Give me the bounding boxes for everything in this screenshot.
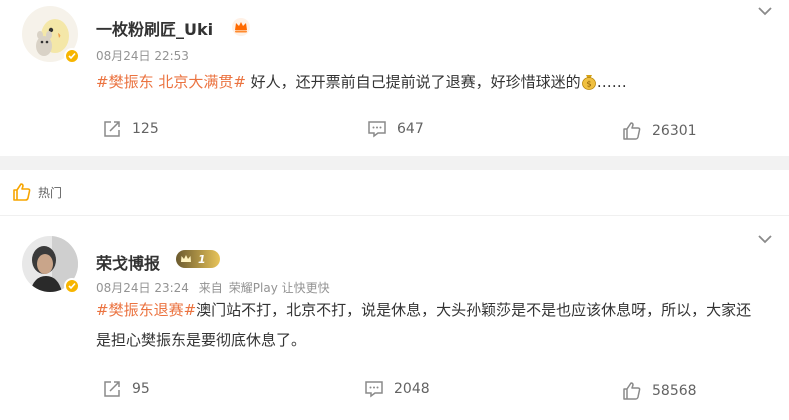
vip-crown-icon[interactable] bbox=[232, 18, 250, 36]
like-count: 58568 bbox=[652, 383, 697, 399]
post-time[interactable]: 08月24日 22:53 bbox=[96, 49, 189, 63]
post-text-ellipsis: …… bbox=[596, 73, 627, 91]
chevron-down-icon[interactable] bbox=[757, 6, 773, 16]
repost-count: 125 bbox=[132, 121, 159, 137]
hashtag-link[interactable]: #樊振东退赛# bbox=[96, 301, 196, 319]
repost-count: 95 bbox=[132, 381, 150, 397]
post-text: 好人，还开票前自己提前说了退赛，好珍惜球迷的 bbox=[245, 73, 581, 91]
like-button[interactable]: 58568 bbox=[622, 379, 697, 403]
like-button[interactable]: 26301 bbox=[622, 119, 697, 143]
source-prefix: 来自 bbox=[198, 281, 223, 295]
verified-icon bbox=[64, 48, 80, 64]
comment-icon bbox=[368, 121, 386, 138]
username[interactable]: 荣戈博报 bbox=[96, 250, 160, 274]
repost-icon bbox=[104, 381, 120, 397]
post-actions: 125 647 26301 bbox=[0, 117, 789, 141]
like-icon bbox=[623, 382, 641, 400]
post-card: 热门 荣戈博报 1 08月24日 23:24 来自 荣耀Play 让快更快 #樊振… bbox=[0, 170, 789, 420]
like-icon bbox=[623, 122, 641, 140]
like-count: 26301 bbox=[652, 123, 697, 139]
post-content: #樊振东 北京大满贯# 好人，还开票前自己提前说了退赛，好珍惜球迷的 $ …… bbox=[96, 67, 766, 97]
username[interactable]: 一枚粉刷匠_Uki bbox=[96, 16, 213, 40]
hot-icon bbox=[13, 183, 31, 201]
hot-section-header: 热门 bbox=[0, 170, 789, 216]
repost-button[interactable]: 95 bbox=[102, 377, 150, 401]
repost-button[interactable]: 125 bbox=[102, 117, 159, 141]
svg-text:$: $ bbox=[586, 80, 591, 89]
level-badge-icon[interactable]: 1 bbox=[176, 250, 220, 268]
post-meta: 08月24日 22:53 bbox=[96, 47, 195, 64]
chevron-down-icon[interactable] bbox=[757, 234, 773, 244]
post-meta: 08月24日 23:24 来自 荣耀Play 让快更快 bbox=[96, 279, 336, 296]
money-bag-icon: $ bbox=[581, 75, 596, 90]
verified-icon bbox=[64, 278, 80, 294]
hashtag-link[interactable]: #樊振东 北京大满贯# bbox=[96, 73, 246, 91]
post-card: 一枚粉刷匠_Uki 08月24日 22:53 #樊振东 北京大满贯# 好人，还开… bbox=[0, 0, 789, 156]
post-time[interactable]: 08月24日 23:24 bbox=[96, 281, 189, 295]
comment-button[interactable]: 2048 bbox=[364, 377, 430, 401]
vip-crown-icon bbox=[181, 255, 191, 262]
comment-button[interactable]: 647 bbox=[367, 117, 424, 141]
post-actions: 95 2048 58568 bbox=[0, 377, 789, 401]
level-number: 1 bbox=[198, 252, 206, 266]
post-content: #樊振东退赛#澳门站不打，北京不打，说是休息，大头孙颖莎是不是也应该休息呀，所以… bbox=[96, 295, 766, 355]
comment-count: 647 bbox=[397, 121, 424, 137]
repost-icon bbox=[104, 121, 120, 137]
post-source[interactable]: 荣耀Play 让快更快 bbox=[229, 281, 330, 295]
hot-label: 热门 bbox=[38, 186, 63, 200]
comment-icon bbox=[365, 381, 383, 398]
comment-count: 2048 bbox=[394, 381, 430, 397]
